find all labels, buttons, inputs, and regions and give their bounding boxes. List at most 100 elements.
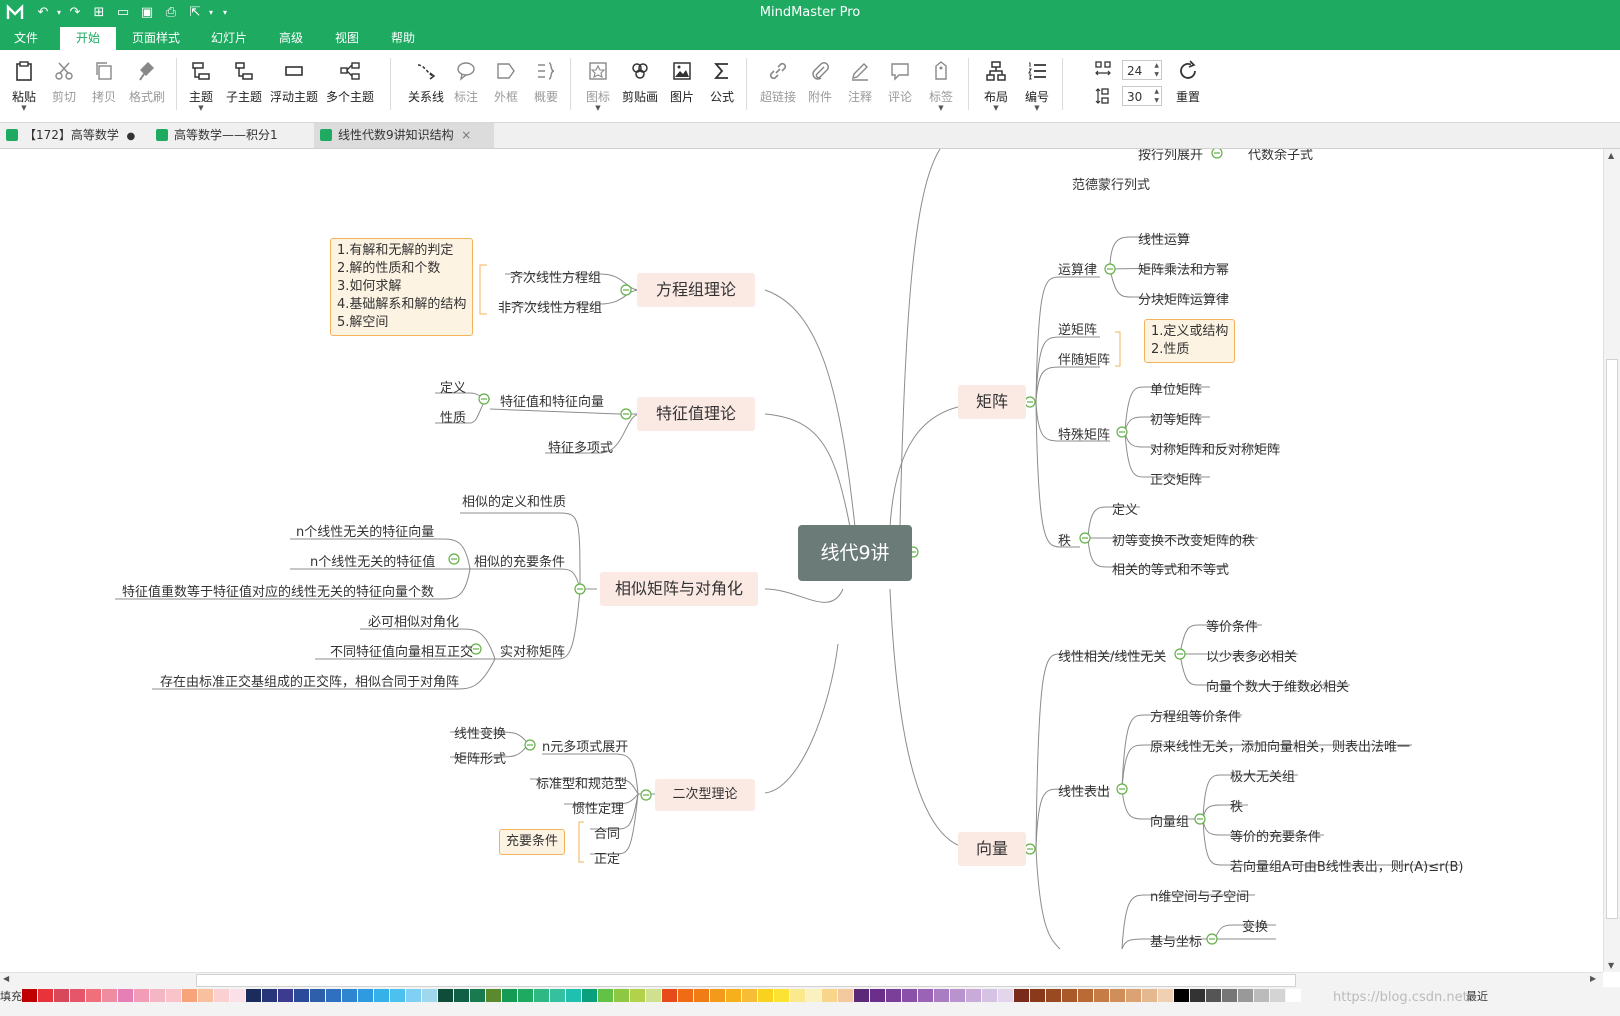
color-swatch[interactable] <box>662 989 677 1002</box>
cut-button[interactable]: 剪切 <box>44 58 84 114</box>
color-swatch[interactable] <box>838 989 853 1002</box>
tag-dropdown-icon[interactable]: ▼ <box>921 105 961 112</box>
color-swatch[interactable] <box>1206 989 1221 1002</box>
color-swatch[interactable] <box>102 989 117 1002</box>
leaf-elementary-matrix[interactable]: 初等矩阵 <box>1150 409 1202 428</box>
scroll-right-icon[interactable]: ▶ <box>1590 974 1596 983</box>
leaf-transform[interactable]: 变换 <box>1242 916 1268 935</box>
color-swatch[interactable] <box>1254 989 1269 1002</box>
color-swatch[interactable] <box>1158 989 1173 1002</box>
color-swatch[interactable] <box>374 989 389 1002</box>
topic-quadratic-form[interactable]: 二次型理论 <box>655 779 755 811</box>
doc-tab-integral[interactable]: 高等数学——积分1 <box>150 123 310 148</box>
color-swatch[interactable] <box>1046 989 1061 1002</box>
paste-dropdown-icon[interactable]: ▼ <box>4 105 44 112</box>
vertical-spacing-input[interactable]: 30 ▲ ▼ <box>1122 86 1162 106</box>
color-swatch[interactable] <box>1062 989 1077 1002</box>
color-swatch[interactable] <box>70 989 85 1002</box>
subtopic-similar-definition[interactable]: 相似的定义和性质 <box>462 491 566 510</box>
leaf-definition[interactable]: 定义 <box>440 377 466 396</box>
close-tab-icon[interactable]: × <box>461 128 471 142</box>
color-swatch[interactable] <box>774 989 789 1002</box>
color-swatch[interactable] <box>710 989 725 1002</box>
leaf-multiplicity-condition[interactable]: 特征值重数等于特征值对应的线性无关的特征向量个数 <box>122 581 434 600</box>
leaf-orthonormal-basis[interactable]: 存在由标准正交基组成的正交阵，相似合同于对角阵 <box>160 671 459 690</box>
subtopic-rank[interactable]: 秩 <box>1058 530 1071 549</box>
subtopic-positive-definite[interactable]: 正定 <box>594 848 620 867</box>
color-swatch[interactable] <box>694 989 709 1002</box>
color-swatch[interactable] <box>134 989 149 1002</box>
subtopic-standard-form[interactable]: 标准型和规范型 <box>536 773 627 792</box>
attachment-button[interactable]: 附件 <box>800 58 840 114</box>
color-swatch[interactable] <box>566 989 581 1002</box>
spin-arrows-icon[interactable]: ▲ ▼ <box>1154 61 1159 79</box>
subtopic-inertia-theorem[interactable]: 惯性定理 <box>572 798 624 817</box>
leaf-system-equivalent[interactable]: 方程组等价条件 <box>1150 706 1241 725</box>
subtopic-vector-set[interactable]: 向量组 <box>1150 811 1189 830</box>
tab-page-style[interactable]: 页面样式 <box>122 27 190 50</box>
note-button[interactable]: 注释 <box>840 58 880 114</box>
color-swatch[interactable] <box>22 989 37 1002</box>
color-swatch[interactable] <box>998 989 1013 1002</box>
color-swatch[interactable] <box>822 989 837 1002</box>
color-swatch[interactable] <box>150 989 165 1002</box>
leaf-identity-matrix[interactable]: 单位矩阵 <box>1150 379 1202 398</box>
horizontal-scroll-thumb[interactable] <box>196 974 1296 987</box>
formula-button[interactable]: 公式 <box>702 58 742 114</box>
color-swatch[interactable] <box>678 989 693 1002</box>
central-topic[interactable]: 线代9讲 <box>798 525 912 581</box>
note-necessary-sufficient[interactable]: 充要条件 <box>499 829 566 855</box>
doc-tab-172[interactable]: 【172】高等数学 ● <box>0 123 148 148</box>
color-swatch[interactable] <box>854 989 869 1002</box>
topic-button[interactable]: 主题 ▼ <box>181 58 221 114</box>
format-painter-button[interactable]: 格式刷 <box>127 58 167 114</box>
scroll-up-icon[interactable]: ▲ <box>1608 151 1614 160</box>
reset-button[interactable]: 重置 <box>1168 58 1208 114</box>
horizontal-spacing-input[interactable]: 24 ▲ ▼ <box>1122 60 1162 80</box>
color-swatch[interactable] <box>38 989 53 1002</box>
tag-button[interactable]: 标签 ▼ <box>921 58 961 114</box>
color-swatch[interactable] <box>1094 989 1109 1002</box>
color-swatch[interactable] <box>486 989 501 1002</box>
doc-tab-linear-algebra[interactable]: 线性代数9讲知识结构 × <box>314 123 494 148</box>
color-swatch[interactable] <box>982 989 997 1002</box>
note-equation-points[interactable]: 1.有解和无解的判定 2.解的性质和个数 3.如何求解 4.基础解系和解的结构 … <box>330 238 474 336</box>
color-swatch[interactable] <box>806 989 821 1002</box>
leaf-rank-inequality[interactable]: 若向量组A可由B线性表出，则r(A)≤r(B) <box>1230 856 1464 875</box>
color-swatch[interactable] <box>422 989 437 1002</box>
scroll-down-icon[interactable]: ▼ <box>1608 961 1614 970</box>
leaf-independent-eigenvalues[interactable]: n个线性无关的特征值 <box>310 551 435 570</box>
color-swatch[interactable] <box>1190 989 1205 1002</box>
icon-button[interactable]: 图标 ▼ <box>578 58 618 114</box>
tab-file[interactable]: 文件 <box>0 27 52 50</box>
tab-help[interactable]: 帮助 <box>378 27 428 50</box>
color-swatch[interactable] <box>550 989 565 1002</box>
color-swatch[interactable] <box>278 989 293 1002</box>
leaf-vandermonde[interactable]: 范德蒙行列式 <box>1072 174 1150 193</box>
color-swatch[interactable] <box>54 989 69 1002</box>
relationship-button[interactable]: 关系线 <box>406 58 446 114</box>
color-swatch[interactable] <box>1014 989 1029 1002</box>
leaf-few-represent-many[interactable]: 以少表多必相关 <box>1206 646 1297 665</box>
paste-button[interactable]: 粘贴 ▼ <box>4 58 44 114</box>
subtopic-adjoint-matrix[interactable]: 伴随矩阵 <box>1058 349 1110 368</box>
vertical-scroll-thumb[interactable] <box>1606 359 1618 919</box>
floating-topic-button[interactable]: 浮动主题 <box>270 58 318 114</box>
hyperlink-button[interactable]: 超链接 <box>758 58 798 114</box>
subtopic-basis-coordinates[interactable]: 基与坐标 <box>1150 931 1202 950</box>
subtopic-linear-representation[interactable]: 线性表出 <box>1058 781 1110 800</box>
leaf-independent-eigenvectors[interactable]: n个线性无关的特征向量 <box>296 521 434 540</box>
color-swatch[interactable] <box>918 989 933 1002</box>
color-swatch[interactable] <box>310 989 325 1002</box>
color-swatch[interactable] <box>390 989 405 1002</box>
color-swatch[interactable] <box>182 989 197 1002</box>
icon-dropdown-icon[interactable]: ▼ <box>578 105 618 112</box>
subtopic-operation-laws[interactable]: 运算律 <box>1058 259 1097 278</box>
color-swatch[interactable] <box>1270 989 1285 1002</box>
callout-button[interactable]: 标注 <box>446 58 486 114</box>
color-swatch[interactable] <box>262 989 277 1002</box>
color-swatch[interactable] <box>1126 989 1141 1002</box>
leaf-linear-transformation[interactable]: 线性变换 <box>454 723 506 742</box>
layout-dropdown-icon[interactable]: ▼ <box>976 105 1016 112</box>
leaf-diagonalizable[interactable]: 必可相似对角化 <box>368 611 459 630</box>
